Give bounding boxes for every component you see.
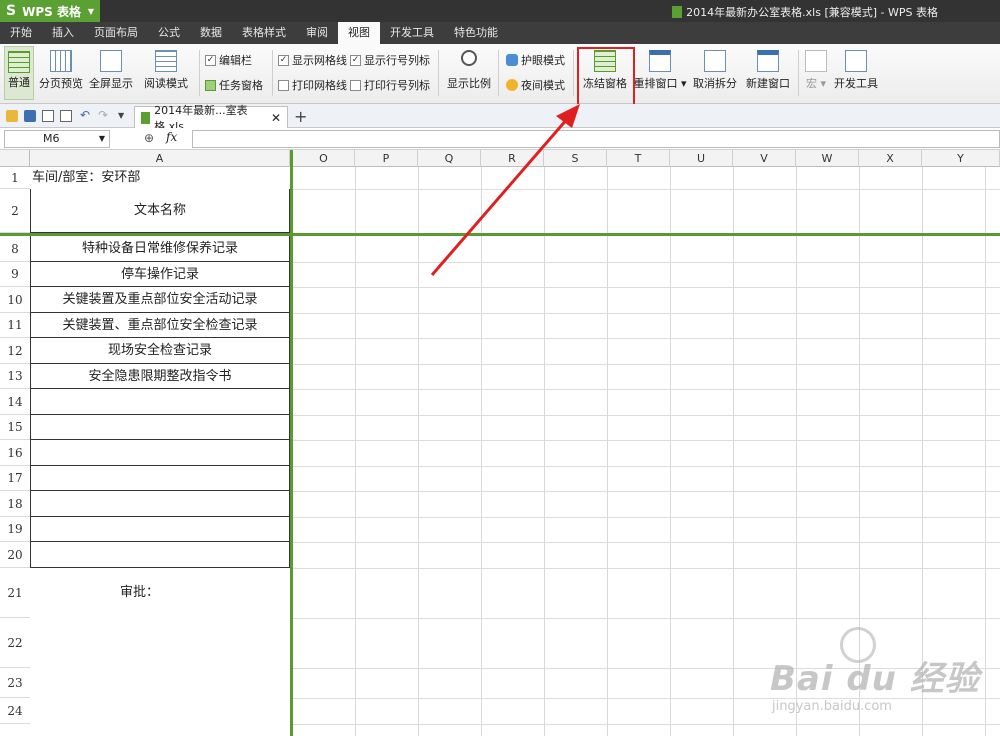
watermark-url: jingyan.baidu.com: [772, 699, 892, 714]
watermark-text: Bai du 经验: [770, 659, 980, 699]
baidu-watermark: Bai du 经验 jingyan.baidu.com: [770, 627, 990, 727]
red-arrow-annotation: [430, 104, 580, 276]
